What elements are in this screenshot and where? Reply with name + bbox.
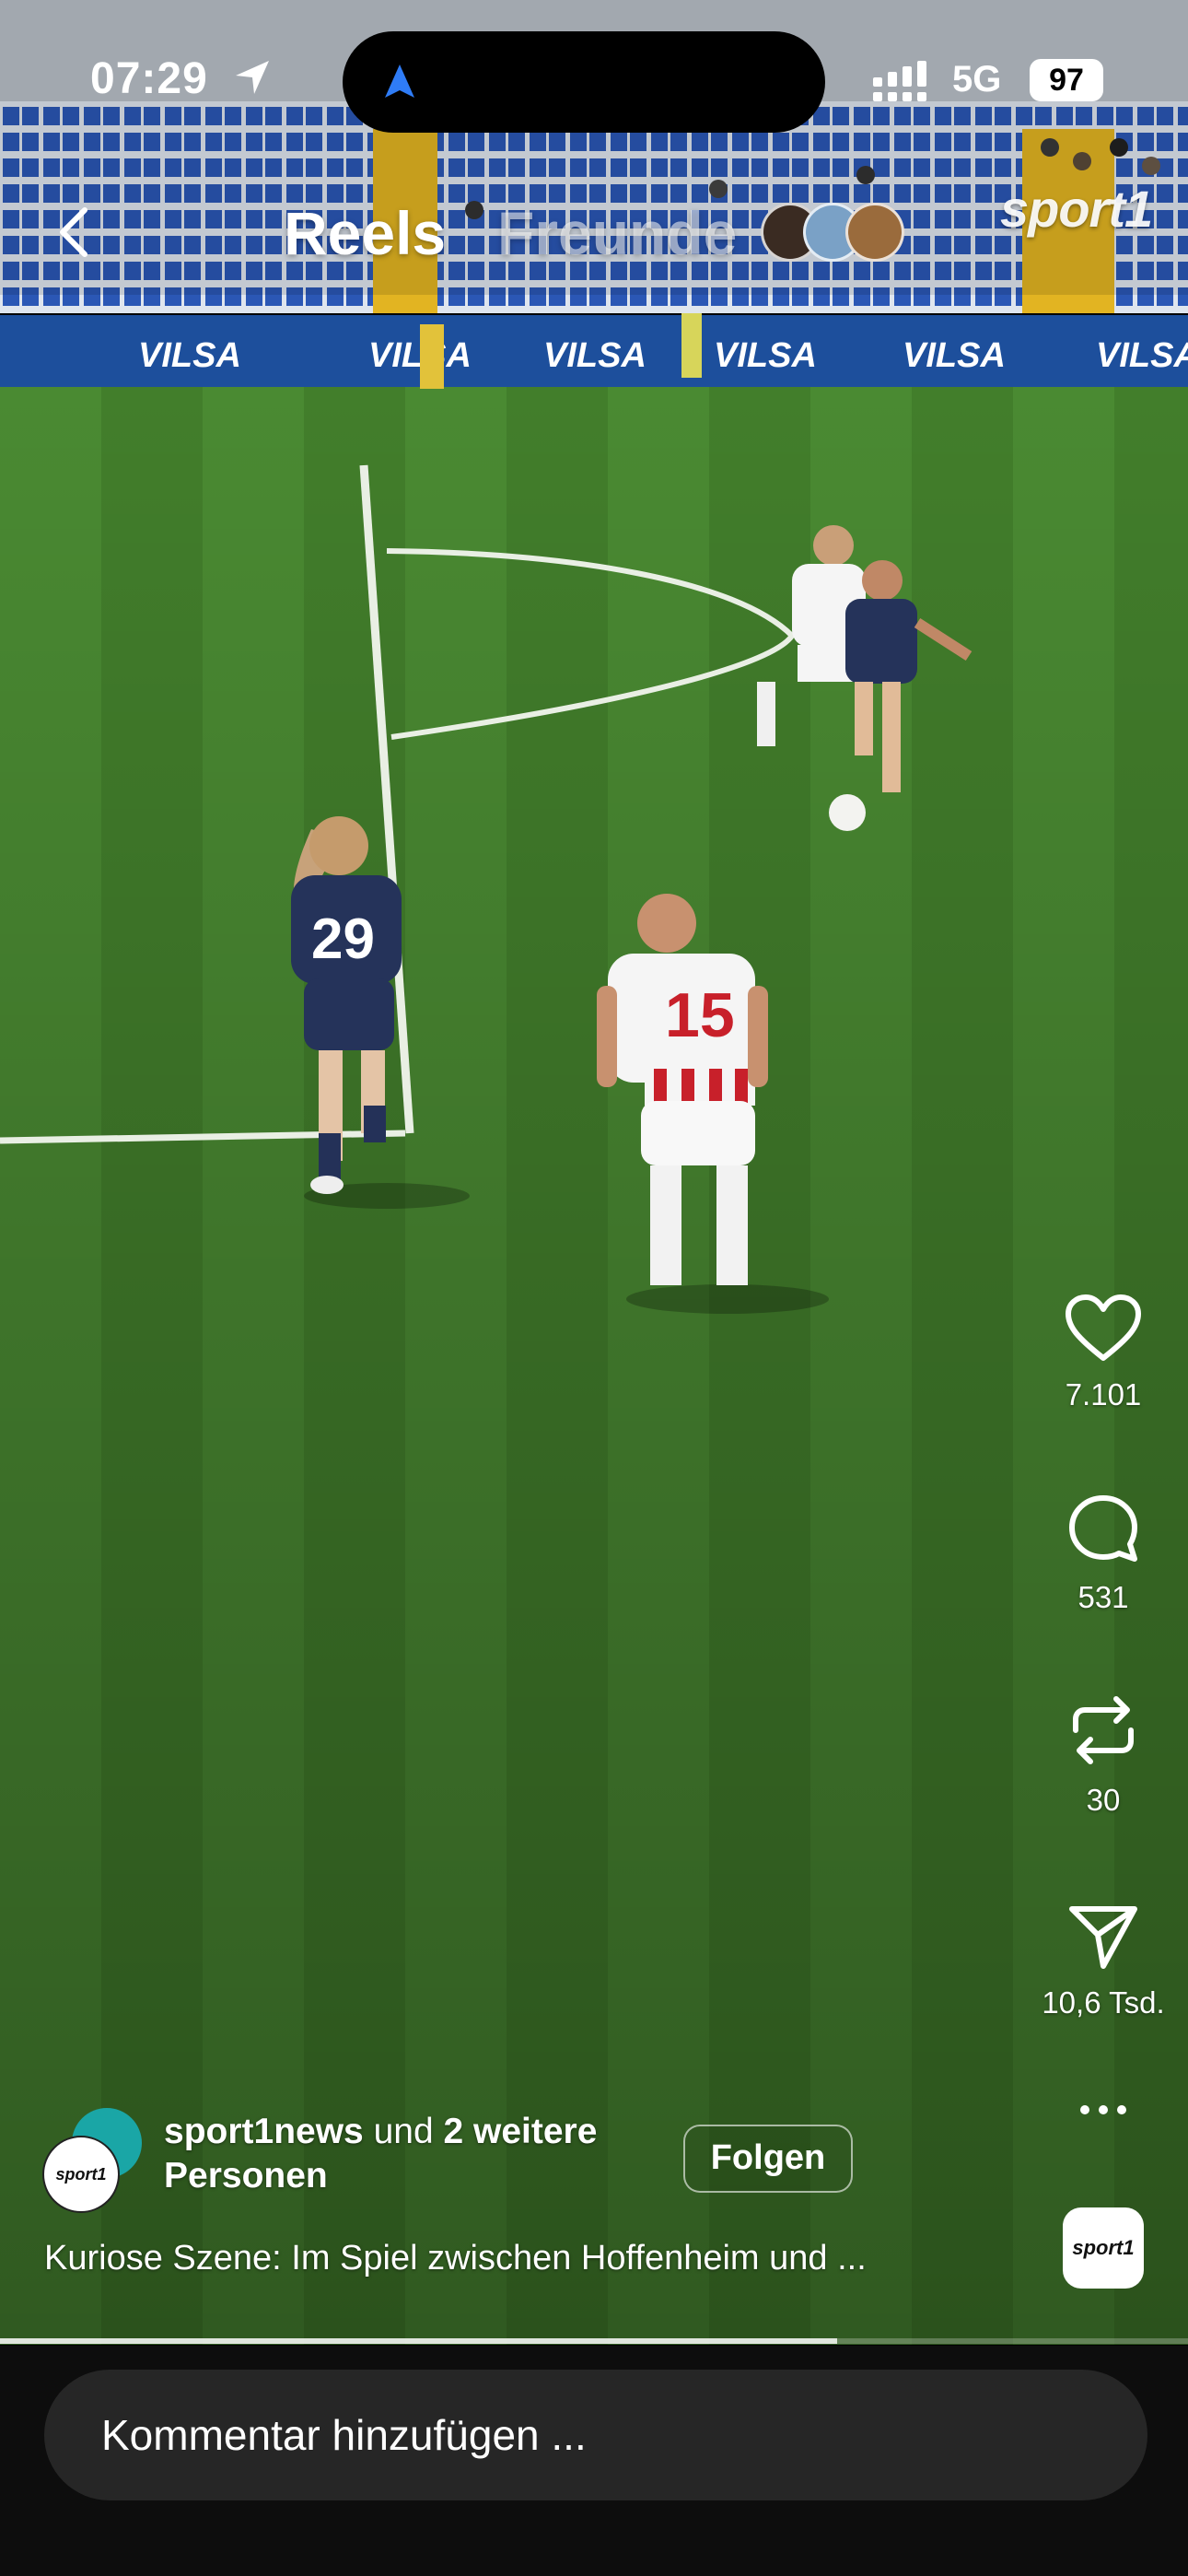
heart-icon — [1066, 1294, 1141, 1361]
repost-count: 30 — [1086, 1783, 1121, 1817]
svg-text:VILSA: VILSA — [714, 336, 817, 375]
paper-plane-icon — [1069, 1906, 1137, 1969]
repost-button[interactable]: 30 — [1039, 1692, 1168, 1818]
author-line[interactable]: sport1news und 2 weitere Personen — [164, 2110, 680, 2198]
video-progress-fill — [0, 2338, 838, 2344]
comment-count: 531 — [1077, 1580, 1129, 1614]
share-count: 10,6 Tsd. — [1042, 1985, 1165, 2020]
author-avatar: sport1 — [42, 2136, 120, 2213]
tab-friends[interactable]: Freunde — [497, 198, 737, 268]
repost-icon — [1073, 1696, 1134, 1764]
follow-button[interactable]: Folgen — [683, 2125, 853, 2193]
reel-caption[interactable]: Kuriose Szene: Im Spiel zwischen Hoffenh… — [44, 2239, 993, 2278]
comment-button[interactable]: 531 — [1039, 1493, 1168, 1615]
navigation-arrow-icon — [385, 64, 414, 98]
like-button[interactable]: 7.101 — [1039, 1294, 1168, 1412]
status-time: 07:29 — [90, 54, 208, 103]
author-name[interactable]: sport1news — [164, 2112, 364, 2151]
svg-text:15: 15 — [665, 980, 735, 1050]
comment-bubble-icon — [1069, 1495, 1137, 1562]
svg-text:29: 29 — [311, 907, 375, 971]
signal-icon — [873, 61, 926, 101]
friend-avatars[interactable] — [761, 203, 917, 263]
tab-reels[interactable]: Reels — [284, 198, 446, 268]
friend-avatar — [845, 203, 904, 262]
like-count: 7.101 — [1065, 1377, 1142, 1411]
video-progress-bar[interactable] — [0, 2338, 1188, 2344]
battery-indicator: 97 — [1030, 59, 1103, 101]
svg-text:VILSA: VILSA — [903, 336, 1006, 375]
share-button[interactable]: 10,6 Tsd. — [1039, 1902, 1168, 2020]
author-connector: und — [363, 2112, 444, 2151]
comment-input[interactable]: Kommentar hinzufügen ... — [44, 2370, 1147, 2500]
svg-text:VILSA: VILSA — [1096, 336, 1188, 375]
audio-thumbnail[interactable]: sport1 — [1063, 2207, 1144, 2289]
author-avatars[interactable]: sport1 — [42, 2108, 151, 2213]
sport1-watermark: sport1 — [1000, 180, 1153, 238]
svg-text:VILSA: VILSA — [138, 336, 241, 375]
location-arrow-icon — [236, 61, 269, 94]
more-options-button[interactable] — [1039, 2101, 1168, 2147]
svg-text:VILSA: VILSA — [368, 336, 472, 375]
reel-video[interactable]: VILSA VILSA VILSA VILSA VILSA VILSA 29 — [0, 0, 1188, 2345]
more-dots-icon — [1080, 2105, 1126, 2114]
back-chevron-icon[interactable] — [48, 205, 103, 260]
network-type: 5G — [952, 59, 1002, 100]
football-match-frame: VILSA VILSA VILSA VILSA VILSA VILSA 29 — [0, 0, 1188, 2345]
svg-text:VILSA: VILSA — [543, 336, 646, 375]
